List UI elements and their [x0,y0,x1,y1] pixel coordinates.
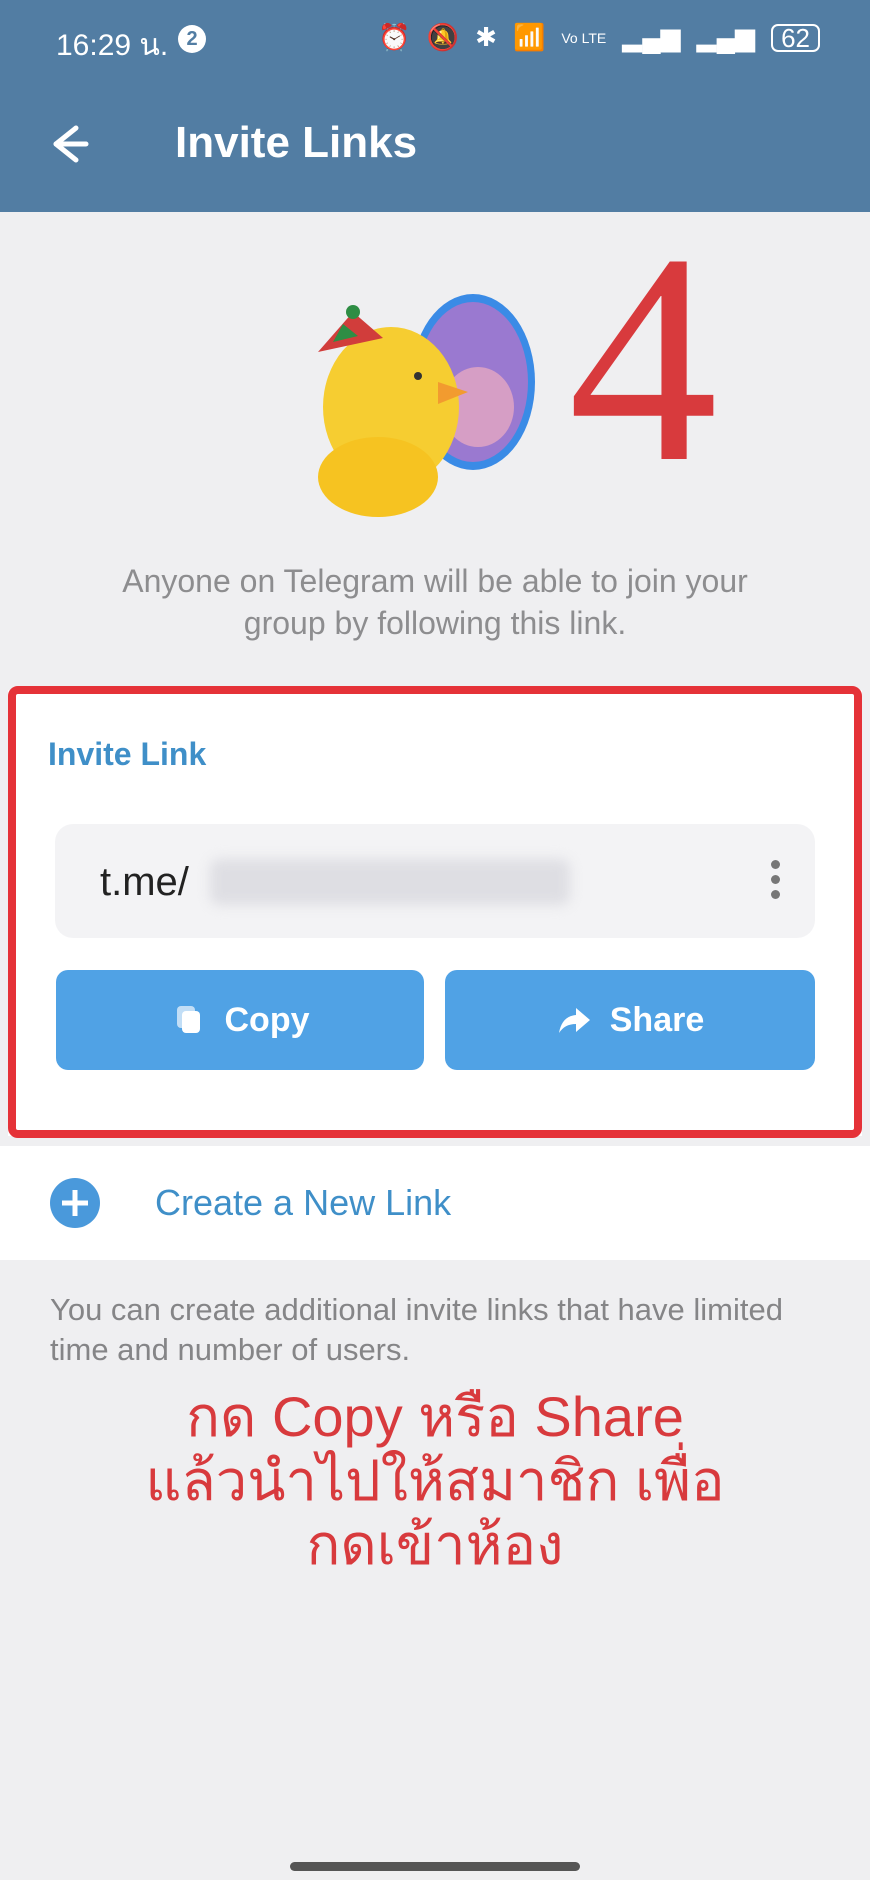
invite-link-field[interactable]: t.me/ [55,824,815,938]
status-time: 16:29 น. [56,29,169,62]
invite-link-prefix: t.me/ [100,860,189,904]
share-icon [558,1008,590,1033]
helper-text: Anyone on Telegram will be able to join … [122,563,748,641]
annotation-line-2: แล้วนำไปให้สมาชิก เพื่อ [145,1449,725,1512]
battery-icon: 62 [771,23,820,52]
home-indicator[interactable] [290,1862,580,1871]
alarm-icon: ⏰ [378,22,411,52]
more-vertical-icon[interactable] [769,860,781,902]
annotation-line-1: กด Copy หรือ Share [186,1385,684,1448]
invite-link-title: Invite Link [48,736,207,772]
notification-badge: 2 [178,25,206,53]
duck-party-sticker [318,294,535,517]
network-label: Vo LTE [561,29,607,46]
annotation-line-3: กดเข้าห้อง [306,1513,564,1576]
copy-label: Copy [224,1000,310,1039]
create-new-link-label: Create a New Link [155,1182,452,1223]
create-new-link-row[interactable]: Create a New Link [0,1146,870,1260]
bluetooth-icon: ✱ [475,22,497,52]
footer-note: You can create additional invite links t… [50,1292,783,1367]
page-title: Invite Links [175,118,418,167]
add-circle-icon [50,1178,100,1228]
copy-button[interactable]: Copy [56,970,424,1070]
share-button[interactable]: Share [445,970,815,1070]
wifi-icon: 📶 [512,22,546,52]
copy-icon [176,1006,200,1033]
back-arrow-icon[interactable] [40,118,92,170]
mute-icon: 🔕 [426,22,460,52]
top-bar: 16:29 น. 2 ⏰ 🔕 ✱ 📶 Vo LTE ▂▄▆ ▂▄▆ 62 Inv… [0,0,870,212]
signal-icon: ▂▄▆ [622,22,681,52]
status-bar: 16:29 น. 2 ⏰ 🔕 ✱ 📶 Vo LTE ▂▄▆ ▂▄▆ 62 [0,0,870,78]
blurred-link-text [210,859,570,905]
status-icons: ⏰ 🔕 ✱ 📶 Vo LTE ▂▄▆ ▂▄▆ 62 [378,22,820,53]
signal-icon: ▂▄▆ [696,22,756,52]
share-label: Share [609,1000,705,1039]
thai-annotation: กด Copy หรือ Share แล้วนำไปให้สมาชิก เพื… [60,1385,810,1577]
annotation-number: 4 [568,192,718,524]
